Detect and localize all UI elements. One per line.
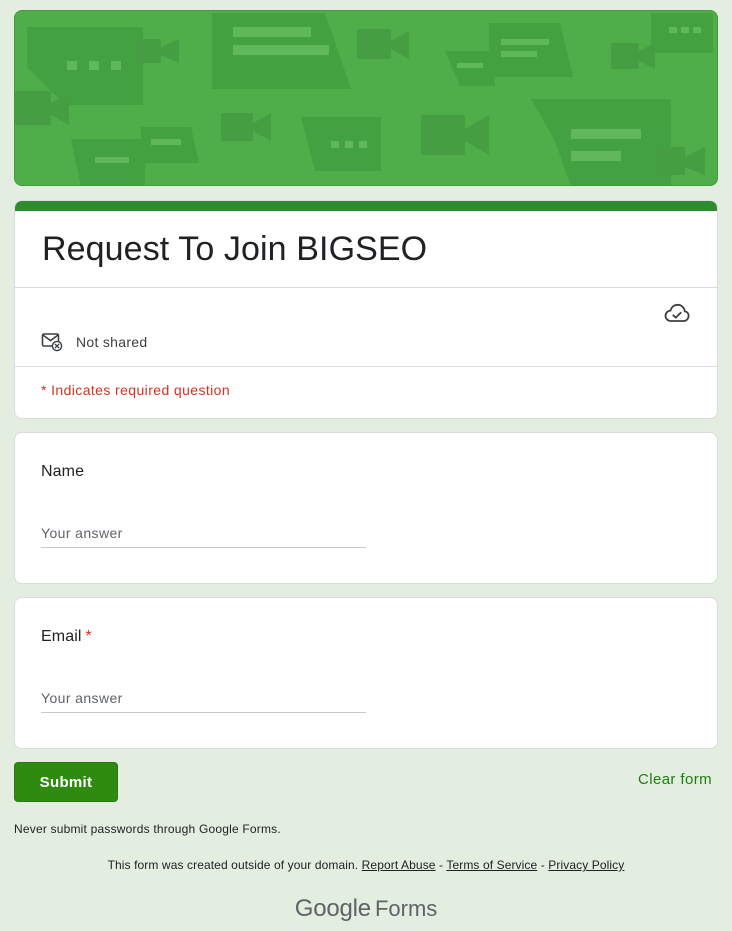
- brand-google: Google: [294, 895, 371, 922]
- required-asterisk: *: [85, 628, 92, 645]
- question-card-email: Email *: [14, 597, 718, 749]
- submit-button[interactable]: Submit: [14, 762, 118, 802]
- footer-separator: -: [439, 858, 444, 872]
- clear-form-button[interactable]: Clear form: [638, 771, 712, 788]
- footer-links: This form was created outside of your do…: [0, 858, 732, 872]
- question-label-name: Name: [41, 463, 84, 481]
- cloud-check-icon[interactable]: [664, 302, 690, 324]
- privacy-policy-link[interactable]: Privacy Policy: [548, 858, 624, 872]
- name-input[interactable]: [41, 519, 366, 548]
- header-banner: [14, 10, 718, 186]
- report-abuse-link[interactable]: Report Abuse: [362, 858, 436, 872]
- password-warning: Never submit passwords through Google Fo…: [14, 822, 281, 836]
- share-divider: [15, 366, 717, 367]
- form-header-card: Request To Join BIGSEO Not shared * Indi…: [14, 200, 718, 419]
- terms-of-service-link[interactable]: Terms of Service: [446, 858, 537, 872]
- share-status-text: Not shared: [76, 334, 148, 350]
- share-status-row: Not shared: [41, 331, 147, 353]
- question-card-name: Name: [14, 432, 718, 584]
- form-title: Request To Join BIGSEO: [42, 230, 428, 268]
- card-accent-bar: [15, 201, 717, 211]
- google-forms-logo[interactable]: Google Forms: [0, 895, 732, 923]
- mail-not-shared-icon: [41, 333, 63, 352]
- domain-note: This form was created outside of your do…: [107, 858, 359, 872]
- question-label-email: Email *: [41, 628, 92, 646]
- required-note: * Indicates required question: [41, 382, 231, 398]
- email-input[interactable]: [41, 684, 366, 713]
- banner-pattern: [15, 11, 717, 185]
- footer-separator: -: [540, 858, 545, 872]
- brand-forms: Forms: [374, 896, 438, 921]
- title-divider: [15, 287, 717, 288]
- question-title: Name: [41, 463, 85, 480]
- question-title: Email: [41, 628, 82, 645]
